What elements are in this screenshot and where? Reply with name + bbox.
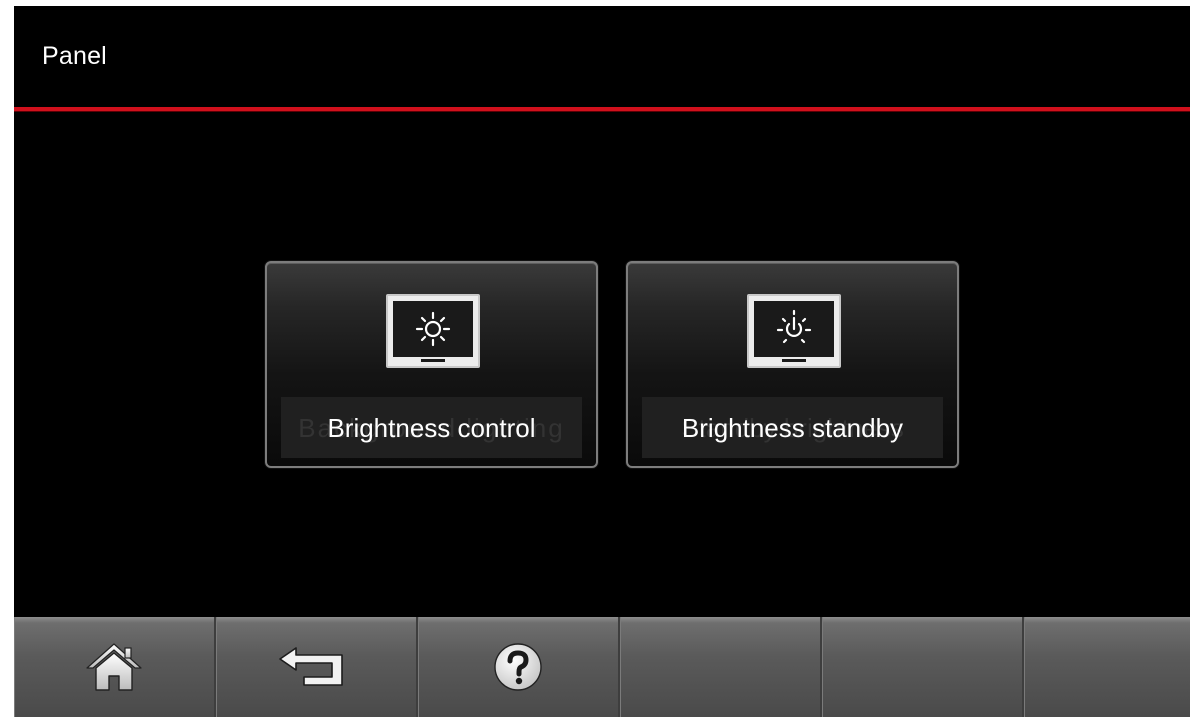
nav-slot-empty: [822, 617, 1024, 717]
home-button[interactable]: [14, 617, 216, 717]
page-title: Panel: [42, 42, 107, 70]
help-icon: [494, 643, 542, 691]
tile-label: Brightness standby: [681, 413, 904, 443]
brightness-standby-button[interactable]: Standby brightness Brightness standby: [626, 261, 959, 468]
tile-label-area: Background lighting Brightness control: [281, 397, 582, 458]
nav-slot-empty: [1024, 617, 1190, 717]
back-button[interactable]: [216, 617, 418, 717]
screen-standby-icon: [747, 294, 841, 368]
tile-label: Brightness control: [327, 413, 536, 443]
header: Panel: [14, 6, 1190, 109]
header-divider: [14, 107, 1190, 111]
bottom-nav-bar: [14, 617, 1190, 717]
tile-label-area: Standby brightness Brightness standby: [642, 397, 943, 458]
nav-slot-empty: [620, 617, 822, 717]
back-arrow-icon: [279, 647, 343, 686]
home-icon: [86, 643, 142, 691]
help-button[interactable]: [418, 617, 620, 717]
screen-brightness-icon: [386, 294, 480, 368]
brightness-control-button[interactable]: Background lighting Brightness control: [265, 261, 598, 468]
panel-screen: Panel Background lighting Brightness con…: [14, 6, 1190, 717]
